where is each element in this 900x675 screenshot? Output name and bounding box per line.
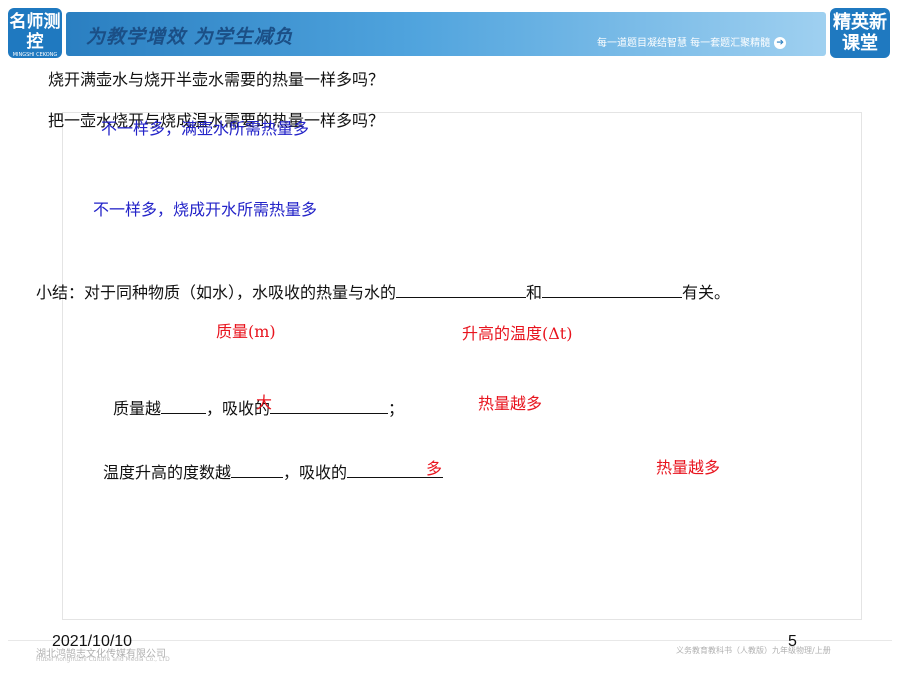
blank-2: [542, 283, 683, 298]
answer-mass: 质量(m): [216, 322, 276, 341]
temperature-line: 温度升高的度数越 ，吸收的: [103, 459, 444, 483]
fill-temp-result: 热量越多: [656, 458, 721, 477]
fill-mass-result: 热量越多: [478, 394, 543, 413]
banner-tagline: 每一道题目凝结智慧 每一套题汇聚精髓 ➔: [597, 34, 787, 49]
textbook-title: 义务教育教科书（人教版）九年级物理/上册: [676, 646, 831, 655]
header-banner: 名师测控 MINGSHI CEKONG 为教学增效 为学生减负 每一道题目凝结智…: [0, 0, 900, 62]
content-frame: [62, 112, 862, 620]
temp-prefix: 温度升高的度数越: [103, 463, 232, 482]
temp-mid: ，吸收的: [283, 463, 348, 482]
summary-line: 小结：对于同种物质（如水），水吸收的热量与水的 和 有关。: [36, 279, 730, 303]
blank-5: [231, 463, 284, 478]
summary-suffix: 有关。: [682, 283, 731, 302]
answer-temperature: 升高的温度(Δt): [462, 324, 573, 343]
question-1: 烧开满壶水与烧开半壶水需要的热量一样多吗？: [48, 70, 385, 89]
logo-left-text: 名师测控: [9, 12, 61, 52]
summary-prefix: 小结：对于同种物质（如水），水吸收的热量与水的: [36, 283, 397, 302]
fill-more: 多: [426, 459, 443, 478]
logo-left-subtext: MINGSHI CEKONG: [12, 52, 58, 58]
company-name-en: Hubei honghuzhi Culture and Media Co., L…: [36, 656, 170, 663]
arrow-right-icon: ➔: [774, 37, 787, 49]
fill-big: 大: [256, 393, 273, 412]
summary-and: 和: [526, 283, 543, 302]
blank-4: [270, 399, 389, 414]
answer-2: 不一样多，烧成开水所需热量多: [93, 200, 318, 219]
mass-prefix: 质量越: [113, 399, 162, 418]
tagline-text: 每一道题目凝结智慧 每一套题汇聚精髓: [597, 38, 771, 49]
blank-3: [161, 399, 207, 414]
mingshi-cekong-logo: 名师测控 MINGSHI CEKONG: [8, 8, 62, 58]
banner-slogan: 为教学增效 为学生减负: [86, 26, 294, 48]
mass-end: ；: [388, 399, 405, 418]
blank-1: [396, 283, 527, 298]
footer-divider: [8, 640, 892, 641]
answer-1: 不一样多，满壶水所需热量多: [101, 119, 310, 138]
jingying-xinketang-logo: 精英新课堂: [830, 8, 890, 58]
